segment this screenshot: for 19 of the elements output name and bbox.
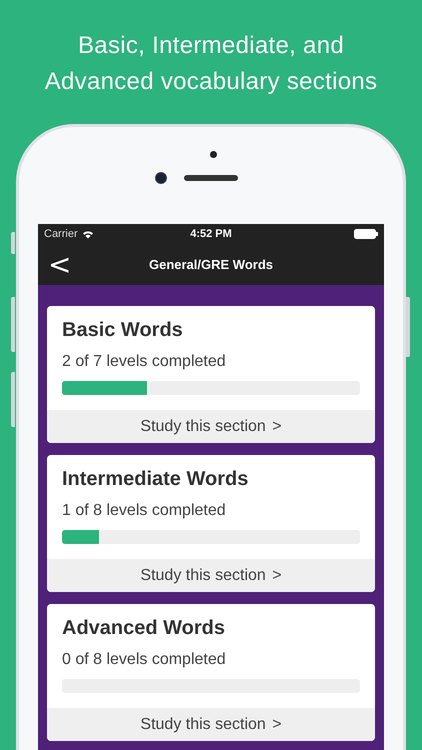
progress-label: 0 of 8 levels completed (62, 651, 227, 669)
nav-title: General/GRE Words (148, 257, 274, 272)
progress-label: 1 of 8 levels completed (62, 502, 227, 520)
back-button[interactable]: < (38, 250, 82, 278)
study-button[interactable]: Study this section > (47, 410, 375, 443)
section-title: Advanced Words (62, 617, 226, 640)
camera-icon (155, 172, 167, 184)
battery-icon (354, 229, 378, 239)
status-time: 4:52 PM (189, 228, 233, 240)
speaker-icon (184, 175, 238, 181)
section-title: Basic Words (62, 319, 184, 342)
study-button[interactable]: Study this section > (47, 559, 375, 592)
study-button[interactable]: Study this section > (47, 708, 375, 741)
wifi-icon (82, 230, 94, 238)
headline: Basic, Intermediate, and Advanced vocabulary sections (44, 31, 378, 97)
sensor-icon (210, 151, 217, 158)
progress-label: 2 of 7 levels completed (62, 353, 227, 371)
section-title: Intermediate Words (62, 468, 250, 491)
carrier-label: Carrier (44, 228, 78, 240)
